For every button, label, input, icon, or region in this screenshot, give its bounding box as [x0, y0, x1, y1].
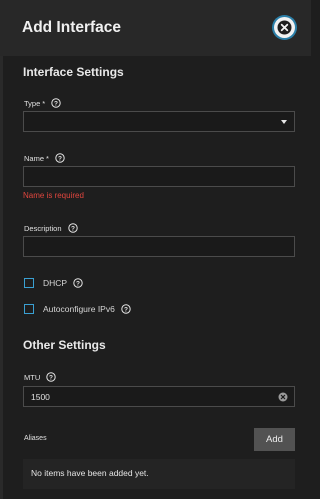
help-icon[interactable]: ? — [46, 372, 56, 382]
description-label-text: Description — [24, 223, 62, 233]
mtu-label: MTU ? — [24, 372, 56, 382]
dialog-header: Add Interface — [0, 0, 311, 56]
clear-icon[interactable] — [278, 392, 288, 402]
name-label-text: Name — [24, 153, 45, 163]
interface-settings-heading: Interface Settings — [23, 65, 124, 79]
help-icon[interactable]: ? — [73, 278, 83, 288]
chevron-down-icon — [281, 120, 287, 124]
autoconfigure-ipv6-label: Autoconfigure IPv6 ? — [43, 304, 131, 314]
type-label: Type * ? — [24, 98, 61, 108]
dialog-title: Add Interface — [22, 19, 122, 36]
autoconfigure-ipv6-label-text: Autoconfigure IPv6 — [43, 304, 115, 314]
description-label: Description ? — [24, 223, 78, 233]
mtu-input-value: 1500 — [31, 392, 50, 402]
aliases-list: No items have been added yet. — [23, 459, 295, 489]
dhcp-label: DHCP ? — [43, 278, 83, 288]
svg-text:?: ? — [76, 280, 80, 287]
other-settings-heading: Other Settings — [23, 338, 106, 352]
mtu-input[interactable]: 1500 — [23, 386, 295, 407]
autoconfigure-ipv6-checkbox[interactable] — [24, 304, 34, 314]
name-input[interactable] — [23, 166, 295, 187]
name-label: Name * ? — [24, 153, 65, 163]
svg-text:?: ? — [54, 100, 58, 107]
name-error-message: Name is required — [23, 191, 84, 200]
type-select[interactable] — [23, 111, 295, 132]
mtu-label-text: MTU — [24, 372, 41, 382]
type-label-text: Type — [24, 98, 41, 108]
required-mark: * — [46, 153, 49, 163]
svg-text:?: ? — [58, 155, 62, 162]
help-icon[interactable]: ? — [51, 98, 61, 108]
help-icon[interactable]: ? — [55, 153, 65, 163]
dhcp-label-text: DHCP — [43, 278, 68, 288]
description-input[interactable] — [23, 236, 295, 257]
svg-text:?: ? — [71, 225, 75, 232]
close-icon — [277, 20, 292, 35]
dhcp-checkbox[interactable] — [24, 278, 34, 288]
aliases-empty-text: No items have been added yet. — [31, 468, 149, 478]
svg-text:?: ? — [124, 306, 128, 313]
help-icon[interactable]: ? — [67, 223, 78, 233]
page-edge — [0, 56, 3, 499]
aliases-label: Aliases — [24, 435, 47, 442]
required-mark: * — [42, 98, 46, 108]
help-icon[interactable]: ? — [121, 304, 131, 314]
add-alias-button[interactable]: Add — [254, 428, 295, 451]
close-button[interactable] — [274, 17, 295, 38]
svg-text:?: ? — [49, 374, 53, 381]
